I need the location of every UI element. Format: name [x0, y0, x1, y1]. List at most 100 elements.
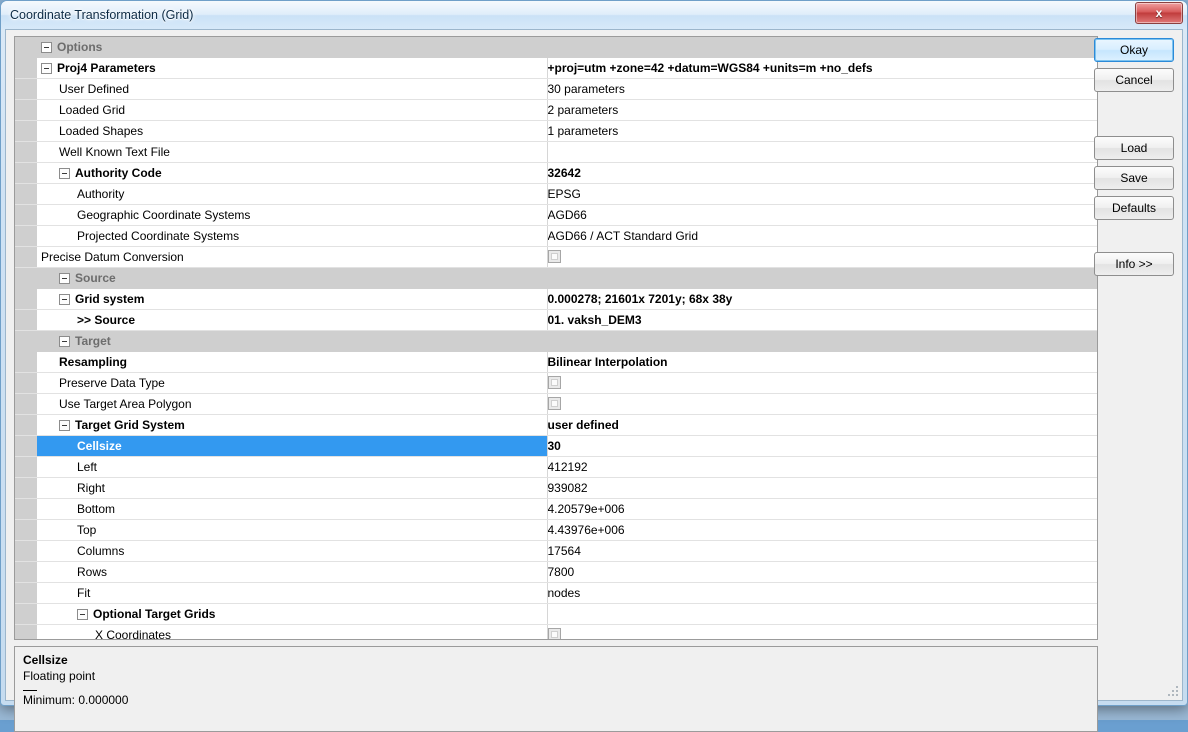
collapse-minus-icon[interactable]: [41, 63, 52, 74]
checkbox-unchecked-icon[interactable]: [548, 376, 561, 389]
row-label-cell[interactable]: Rows: [37, 562, 547, 583]
defaults-button[interactable]: Defaults: [1094, 196, 1174, 220]
table-row[interactable]: Rows7800: [15, 562, 1097, 583]
row-value-cell[interactable]: 939082: [547, 478, 1097, 499]
row-label-cell[interactable]: X Coordinates: [37, 625, 547, 641]
cancel-button[interactable]: Cancel: [1094, 68, 1174, 92]
table-row[interactable]: Bottom4.20579e+006: [15, 499, 1097, 520]
resize-grip-icon[interactable]: [1168, 686, 1180, 698]
row-label-cell[interactable]: Grid system: [37, 289, 547, 310]
row-label-cell[interactable]: Authority: [37, 184, 547, 205]
save-button[interactable]: Save: [1094, 166, 1174, 190]
row-value-cell[interactable]: AGD66: [547, 205, 1097, 226]
table-row[interactable]: Loaded Grid2 parameters: [15, 100, 1097, 121]
row-label-cell[interactable]: >> Source: [37, 310, 547, 331]
row-value-cell[interactable]: 32642: [547, 163, 1097, 184]
table-row[interactable]: Fitnodes: [15, 583, 1097, 604]
okay-button[interactable]: Okay: [1094, 38, 1174, 62]
table-row[interactable]: X Coordinates: [15, 625, 1097, 641]
table-row[interactable]: Use Target Area Polygon: [15, 394, 1097, 415]
row-label-cell[interactable]: Left: [37, 457, 547, 478]
row-value-cell[interactable]: [547, 247, 1097, 268]
row-label-cell[interactable]: Target Grid System: [37, 415, 547, 436]
row-label-cell[interactable]: Loaded Shapes: [37, 121, 547, 142]
info-button[interactable]: Info >>: [1094, 252, 1174, 276]
row-label-cell[interactable]: Geographic Coordinate Systems: [37, 205, 547, 226]
row-value-cell[interactable]: 30 parameters: [547, 79, 1097, 100]
table-row[interactable]: AuthorityEPSG: [15, 184, 1097, 205]
table-row[interactable]: Projected Coordinate SystemsAGD66 / ACT …: [15, 226, 1097, 247]
table-row[interactable]: Preserve Data Type: [15, 373, 1097, 394]
row-label-cell[interactable]: Columns: [37, 541, 547, 562]
table-row[interactable]: Target: [15, 331, 1097, 352]
row-value-cell[interactable]: 7800: [547, 562, 1097, 583]
row-label-cell[interactable]: Target: [37, 331, 547, 352]
table-row[interactable]: Top4.43976e+006: [15, 520, 1097, 541]
table-row[interactable]: Left412192: [15, 457, 1097, 478]
table-row[interactable]: Grid system0.000278; 21601x 7201y; 68x 3…: [15, 289, 1097, 310]
row-label-cell[interactable]: Well Known Text File: [37, 142, 547, 163]
row-value-cell[interactable]: 412192: [547, 457, 1097, 478]
row-label-cell[interactable]: Preserve Data Type: [37, 373, 547, 394]
table-row[interactable]: Source: [15, 268, 1097, 289]
row-value-cell[interactable]: 01. vaksh_DEM3: [547, 310, 1097, 331]
row-label-cell[interactable]: Projected Coordinate Systems: [37, 226, 547, 247]
row-value-cell[interactable]: EPSG: [547, 184, 1097, 205]
row-value-cell[interactable]: [547, 604, 1097, 625]
table-row[interactable]: >> Source01. vaksh_DEM3: [15, 310, 1097, 331]
table-row[interactable]: Cellsize30: [15, 436, 1097, 457]
table-row[interactable]: Columns17564: [15, 541, 1097, 562]
row-value-cell[interactable]: 4.20579e+006: [547, 499, 1097, 520]
row-label-cell[interactable]: Bottom: [37, 499, 547, 520]
row-label-cell[interactable]: Fit: [37, 583, 547, 604]
row-value-cell[interactable]: 1 parameters: [547, 121, 1097, 142]
row-value-cell[interactable]: [547, 331, 1097, 352]
table-row[interactable]: Precise Datum Conversion: [15, 247, 1097, 268]
row-label-cell[interactable]: Top: [37, 520, 547, 541]
row-value-cell[interactable]: [547, 625, 1097, 641]
row-label-cell[interactable]: Right: [37, 478, 547, 499]
table-row[interactable]: Loaded Shapes1 parameters: [15, 121, 1097, 142]
row-value-cell[interactable]: [547, 37, 1097, 58]
collapse-minus-icon[interactable]: [77, 609, 88, 620]
collapse-minus-icon[interactable]: [59, 294, 70, 305]
row-label-cell[interactable]: Resampling: [37, 352, 547, 373]
row-label-cell[interactable]: Cellsize: [37, 436, 547, 457]
table-row[interactable]: Options: [15, 37, 1097, 58]
row-value-cell[interactable]: [547, 142, 1097, 163]
row-value-cell[interactable]: 0.000278; 21601x 7201y; 68x 38y: [547, 289, 1097, 310]
close-icon[interactable]: x: [1135, 2, 1183, 24]
row-label-cell[interactable]: Precise Datum Conversion: [37, 247, 547, 268]
row-label-cell[interactable]: Authority Code: [37, 163, 547, 184]
row-label-cell[interactable]: User Defined: [37, 79, 547, 100]
table-row[interactable]: Well Known Text File: [15, 142, 1097, 163]
table-row[interactable]: Authority Code32642: [15, 163, 1097, 184]
row-label-cell[interactable]: Use Target Area Polygon: [37, 394, 547, 415]
table-row[interactable]: Right939082: [15, 478, 1097, 499]
table-row[interactable]: Proj4 Parameters+proj=utm +zone=42 +datu…: [15, 58, 1097, 79]
row-value-cell[interactable]: Bilinear Interpolation: [547, 352, 1097, 373]
row-label-cell[interactable]: Proj4 Parameters: [37, 58, 547, 79]
table-row[interactable]: Optional Target Grids: [15, 604, 1097, 625]
row-value-cell[interactable]: AGD66 / ACT Standard Grid: [547, 226, 1097, 247]
row-value-cell[interactable]: user defined: [547, 415, 1097, 436]
row-value-cell[interactable]: nodes: [547, 583, 1097, 604]
table-row[interactable]: ResamplingBilinear Interpolation: [15, 352, 1097, 373]
row-value-cell[interactable]: 30: [547, 436, 1097, 457]
row-value-cell[interactable]: 4.43976e+006: [547, 520, 1097, 541]
checkbox-unchecked-icon[interactable]: [548, 628, 561, 640]
row-value-cell[interactable]: 2 parameters: [547, 100, 1097, 121]
row-label-cell[interactable]: Source: [37, 268, 547, 289]
collapse-minus-icon[interactable]: [59, 336, 70, 347]
load-button[interactable]: Load: [1094, 136, 1174, 160]
collapse-minus-icon[interactable]: [59, 168, 70, 179]
collapse-minus-icon[interactable]: [41, 42, 52, 53]
collapse-minus-icon[interactable]: [59, 420, 70, 431]
row-value-cell[interactable]: +proj=utm +zone=42 +datum=WGS84 +units=m…: [547, 58, 1097, 79]
table-row[interactable]: Target Grid Systemuser defined: [15, 415, 1097, 436]
row-label-cell[interactable]: Options: [37, 37, 547, 58]
row-value-cell[interactable]: [547, 373, 1097, 394]
row-label-cell[interactable]: Loaded Grid: [37, 100, 547, 121]
row-value-cell[interactable]: 17564: [547, 541, 1097, 562]
table-row[interactable]: User Defined30 parameters: [15, 79, 1097, 100]
